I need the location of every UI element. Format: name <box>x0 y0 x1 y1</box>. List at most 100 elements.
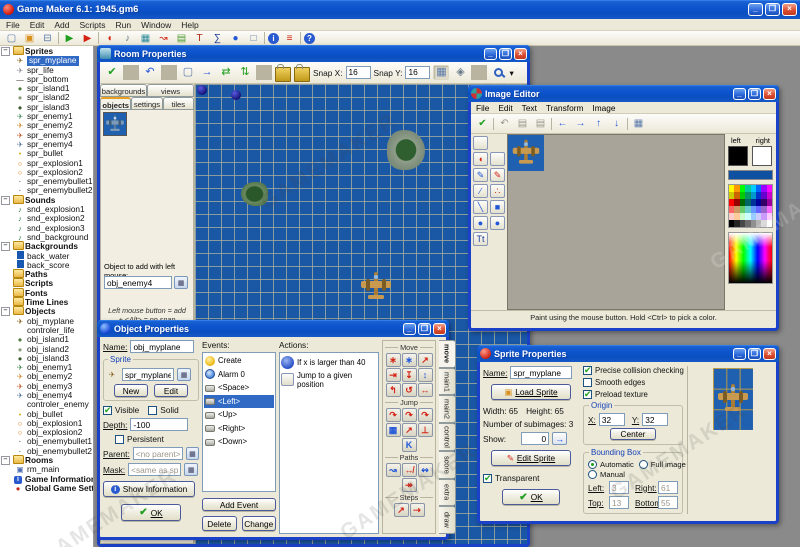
menu-item[interactable]: Add <box>54 20 69 30</box>
depth-input[interactable] <box>130 418 188 431</box>
delete-event-button[interactable]: Delete <box>202 516 237 531</box>
palette-color[interactable] <box>767 206 772 213</box>
room-instance-island[interactable] <box>387 130 425 170</box>
select-tool-icon[interactable] <box>490 152 505 166</box>
maximize-button[interactable]: ❐ <box>748 348 761 360</box>
save-icon[interactable]: ⊟ <box>40 32 55 45</box>
tree-item[interactable]: Global Game Settings <box>0 484 93 493</box>
room-instance-plane[interactable] <box>359 270 393 304</box>
restore-button[interactable]: ❐ <box>765 3 780 16</box>
minimize-button[interactable]: _ <box>733 88 746 100</box>
room-tab[interactable]: tiles <box>163 97 194 110</box>
separator[interactable] <box>123 65 139 80</box>
palette-color[interactable] <box>767 192 772 199</box>
palette-color[interactable] <box>767 185 772 192</box>
jump-action-icon[interactable]: ▦ <box>386 423 401 437</box>
undo-icon[interactable]: ↶ <box>497 117 512 130</box>
new-sprite-button[interactable]: New <box>114 384 148 397</box>
action-tab[interactable]: control <box>439 423 456 451</box>
center-button[interactable]: Center <box>610 428 656 440</box>
move-left-icon[interactable]: ← <box>555 117 570 130</box>
maximize-button[interactable]: ❐ <box>748 88 761 100</box>
preload-texture-checkbox[interactable] <box>583 390 592 399</box>
show-information-button[interactable]: i Show Information <box>103 481 195 497</box>
object-menu-button[interactable]: ▦ <box>174 276 188 289</box>
automatic-radio[interactable] <box>588 460 597 469</box>
action-tab[interactable]: main2 <box>439 395 456 423</box>
run-debug-icon[interactable]: ▶ <box>80 32 95 45</box>
maximize-button[interactable]: ❐ <box>499 48 512 60</box>
zoom-caret-icon[interactable]: ▾ <box>509 68 513 78</box>
event-item[interactable]: <Left> <box>204 395 274 409</box>
add-timeline-icon[interactable]: ∑ <box>210 32 225 45</box>
close-button[interactable]: × <box>514 48 527 60</box>
origin-y-input[interactable] <box>642 413 668 426</box>
step-action-icon[interactable]: ↗ <box>394 503 409 517</box>
change-color-tool-icon[interactable]: ✎ <box>490 168 505 182</box>
shift-icon[interactable]: → <box>199 65 215 80</box>
snap-y-input[interactable]: 16 <box>405 66 430 79</box>
minimize-button[interactable]: _ <box>484 48 497 60</box>
rect-tool-icon[interactable]: ■ <box>490 200 505 214</box>
precise-collision-checkbox[interactable] <box>583 366 592 375</box>
lock-icon[interactable] <box>275 67 291 82</box>
zoom-tool-icon[interactable] <box>473 136 488 150</box>
move-action-icon[interactable]: ↺ <box>402 383 417 397</box>
add-object-icon[interactable]: ● <box>228 32 243 45</box>
undo-icon[interactable]: ↶ <box>142 65 158 80</box>
parent-input[interactable] <box>133 447 183 460</box>
color-gradient-picker[interactable] <box>728 232 773 284</box>
game-settings-icon[interactable]: ≡ <box>282 32 297 45</box>
action-tab[interactable]: score <box>439 451 456 479</box>
add-script-icon[interactable]: ▤ <box>174 32 189 45</box>
pencil-tool-icon[interactable]: ✎ <box>473 168 488 182</box>
move-action-icon[interactable]: ↕ <box>418 368 433 382</box>
dropper-tool-icon[interactable]: ∕ <box>473 184 488 198</box>
fill-tool-icon[interactable]: ◖ <box>473 152 488 166</box>
menu-item[interactable]: Edit <box>30 20 45 30</box>
jump-action-icon[interactable]: ⊥ <box>418 423 433 437</box>
object-preview[interactable] <box>103 112 127 136</box>
move-action-icon[interactable]: ↔ <box>418 383 433 397</box>
mask-menu-button[interactable]: ▦ <box>184 463 198 476</box>
separator[interactable] <box>264 32 265 44</box>
sprite-cell[interactable] <box>508 135 544 171</box>
new-icon[interactable]: ▢ <box>4 32 19 45</box>
left-color-swatch[interactable] <box>728 146 748 166</box>
event-item[interactable]: <Up> <box>204 408 274 422</box>
add-sprite-icon[interactable]: ◖ <box>102 32 117 45</box>
separator[interactable] <box>551 118 552 130</box>
menu-item[interactable]: Edit <box>498 103 512 113</box>
action-tab[interactable]: main1 <box>439 368 456 396</box>
path-action-icon[interactable]: ↭ <box>418 463 433 477</box>
clear-icon[interactable]: ▢ <box>180 65 196 80</box>
move-action-icon[interactable]: ∗ <box>386 353 401 367</box>
close-button[interactable]: × <box>763 88 776 100</box>
zoom-button[interactable] <box>490 65 506 80</box>
sprite-name-input[interactable] <box>510 366 572 379</box>
event-item[interactable]: Create <box>204 354 274 368</box>
room-instance-island[interactable] <box>241 182 268 206</box>
ok-button[interactable]: ✔ OK <box>121 504 181 521</box>
move-down-icon[interactable]: ↓ <box>609 117 624 130</box>
jump-action-icon[interactable]: ↷ <box>386 408 401 422</box>
menu-item[interactable]: Image <box>592 103 615 113</box>
event-item[interactable]: <Down> <box>204 435 274 449</box>
menu-item[interactable]: Text <box>522 103 537 113</box>
line-tool-icon[interactable]: ╲ <box>473 200 488 214</box>
separator[interactable] <box>493 118 494 130</box>
add-sound-icon[interactable]: ♪ <box>120 32 135 45</box>
confirm-icon[interactable]: ✔ <box>475 117 490 130</box>
visible-checkbox[interactable] <box>103 406 112 415</box>
edit-sprite-button[interactable]: Edit <box>154 384 188 397</box>
action-tab[interactable]: move <box>439 340 456 368</box>
ok-button[interactable]: ✔ OK <box>502 489 560 505</box>
move-action-icon[interactable]: ↗ <box>418 353 433 367</box>
palette-color[interactable] <box>767 220 772 227</box>
move-action-icon[interactable]: ⇥ <box>386 368 401 382</box>
move-action-icon[interactable]: ↧ <box>402 368 417 382</box>
edit-sprite-button[interactable]: ✎ Edit Sprite <box>491 450 571 466</box>
close-button[interactable]: × <box>433 323 446 335</box>
smooth-edges-checkbox[interactable] <box>583 378 592 387</box>
action-tab[interactable]: extra <box>439 479 456 507</box>
